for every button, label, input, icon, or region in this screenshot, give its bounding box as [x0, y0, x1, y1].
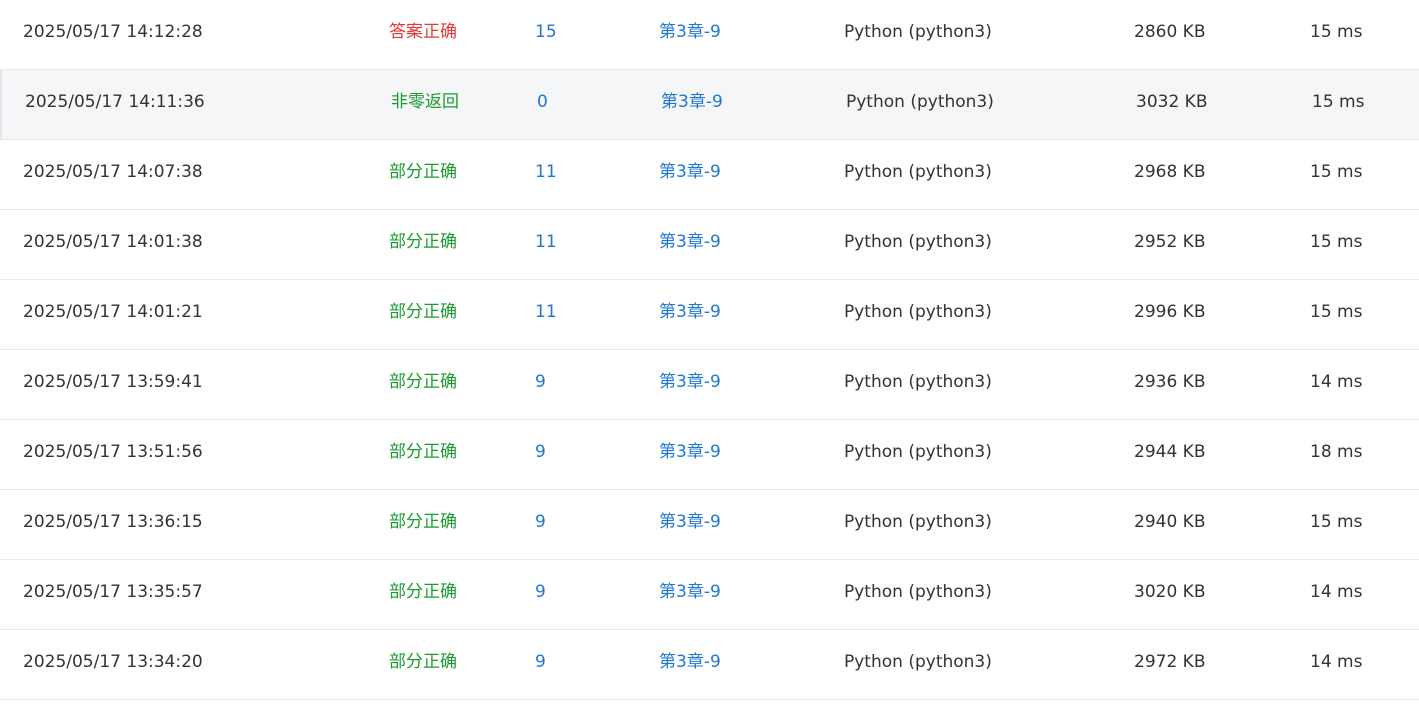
- duration: 15 ms: [1312, 92, 1365, 112]
- table-row[interactable]: 2025/05/17 14:07:38 部分正确 11 第3章-9 Python…: [0, 140, 1419, 210]
- duration: 14 ms: [1310, 652, 1363, 672]
- status-link[interactable]: 部分正确: [389, 280, 457, 344]
- submit-time: 2025/05/17 13:34:20: [23, 652, 203, 672]
- score-link[interactable]: 11: [535, 140, 557, 204]
- table-row[interactable]: 2025/05/17 14:11:36 非零返回 0 第3章-9 Python …: [0, 70, 1419, 140]
- duration: 14 ms: [1310, 582, 1363, 602]
- score-link[interactable]: 15: [535, 0, 557, 64]
- duration: 15 ms: [1310, 162, 1363, 182]
- memory: 2860 KB: [1134, 22, 1206, 42]
- problem-link[interactable]: 第3章-9: [659, 210, 721, 274]
- problem-link[interactable]: 第3章-9: [661, 70, 723, 134]
- table-row[interactable]: 2025/05/17 13:35:57 部分正确 9 第3章-9 Python …: [0, 560, 1419, 630]
- status-link[interactable]: 部分正确: [389, 350, 457, 414]
- table-row[interactable]: 2025/05/17 14:12:28 答案正确 15 第3章-9 Python…: [0, 0, 1419, 70]
- submit-time: 2025/05/17 14:11:36: [25, 92, 205, 112]
- table-row[interactable]: 2025/05/17 13:36:15 部分正确 9 第3章-9 Python …: [0, 490, 1419, 560]
- duration: 15 ms: [1310, 302, 1363, 322]
- submit-time: 2025/05/17 13:51:56: [23, 442, 203, 462]
- memory: 2936 KB: [1134, 372, 1206, 392]
- duration: 18 ms: [1310, 442, 1363, 462]
- memory: 3032 KB: [1136, 92, 1208, 112]
- memory: 2940 KB: [1134, 512, 1206, 532]
- submit-time: 2025/05/17 14:12:28: [23, 22, 203, 42]
- duration: 15 ms: [1310, 232, 1363, 252]
- language: Python (python3): [844, 582, 992, 602]
- problem-link[interactable]: 第3章-9: [659, 630, 721, 694]
- language: Python (python3): [844, 442, 992, 462]
- memory: 3020 KB: [1134, 582, 1206, 602]
- language: Python (python3): [844, 372, 992, 392]
- status-link[interactable]: 部分正确: [389, 560, 457, 624]
- language: Python (python3): [844, 512, 992, 532]
- score-link[interactable]: 9: [535, 490, 546, 554]
- problem-link[interactable]: 第3章-9: [659, 560, 721, 624]
- duration: 15 ms: [1310, 512, 1363, 532]
- status-link[interactable]: 部分正确: [389, 490, 457, 554]
- score-link[interactable]: 9: [535, 350, 546, 414]
- score-link[interactable]: 9: [535, 560, 546, 624]
- status-link[interactable]: 部分正确: [389, 420, 457, 484]
- memory: 2952 KB: [1134, 232, 1206, 252]
- table-row[interactable]: 2025/05/17 14:01:21 部分正确 11 第3章-9 Python…: [0, 280, 1419, 350]
- submit-time: 2025/05/17 14:01:38: [23, 232, 203, 252]
- language: Python (python3): [846, 92, 994, 112]
- table-row[interactable]: 2025/05/17 13:59:41 部分正确 9 第3章-9 Python …: [0, 350, 1419, 420]
- problem-link[interactable]: 第3章-9: [659, 420, 721, 484]
- language: Python (python3): [844, 302, 992, 322]
- score-link[interactable]: 9: [535, 630, 546, 694]
- language: Python (python3): [844, 232, 992, 252]
- language: Python (python3): [844, 652, 992, 672]
- language: Python (python3): [844, 22, 992, 42]
- problem-link[interactable]: 第3章-9: [659, 350, 721, 414]
- status-link[interactable]: 非零返回: [391, 70, 459, 134]
- submit-time: 2025/05/17 13:36:15: [23, 512, 203, 532]
- duration: 15 ms: [1310, 22, 1363, 42]
- duration: 14 ms: [1310, 372, 1363, 392]
- status-link[interactable]: 部分正确: [389, 140, 457, 204]
- status-link[interactable]: 部分正确: [389, 210, 457, 274]
- table-row[interactable]: 2025/05/17 13:34:20 部分正确 9 第3章-9 Python …: [0, 630, 1419, 700]
- score-link[interactable]: 11: [535, 210, 557, 274]
- problem-link[interactable]: 第3章-9: [659, 140, 721, 204]
- memory: 2968 KB: [1134, 162, 1206, 182]
- language: Python (python3): [844, 162, 992, 182]
- score-link[interactable]: 9: [535, 420, 546, 484]
- problem-link[interactable]: 第3章-9: [659, 280, 721, 344]
- status-link[interactable]: 答案正确: [389, 0, 457, 64]
- status-link[interactable]: 部分正确: [389, 630, 457, 694]
- submit-time: 2025/05/17 14:07:38: [23, 162, 203, 182]
- submit-time: 2025/05/17 14:01:21: [23, 302, 203, 322]
- submit-time: 2025/05/17 13:59:41: [23, 372, 203, 392]
- problem-link[interactable]: 第3章-9: [659, 0, 721, 64]
- submissions-table: 2025/05/17 14:12:28 答案正确 15 第3章-9 Python…: [0, 0, 1419, 700]
- submit-time: 2025/05/17 13:35:57: [23, 582, 203, 602]
- table-row[interactable]: 2025/05/17 14:01:38 部分正确 11 第3章-9 Python…: [0, 210, 1419, 280]
- memory: 2996 KB: [1134, 302, 1206, 322]
- score-link[interactable]: 11: [535, 280, 557, 344]
- memory: 2944 KB: [1134, 442, 1206, 462]
- score-link[interactable]: 0: [537, 70, 548, 134]
- memory: 2972 KB: [1134, 652, 1206, 672]
- problem-link[interactable]: 第3章-9: [659, 490, 721, 554]
- table-row[interactable]: 2025/05/17 13:51:56 部分正确 9 第3章-9 Python …: [0, 420, 1419, 490]
